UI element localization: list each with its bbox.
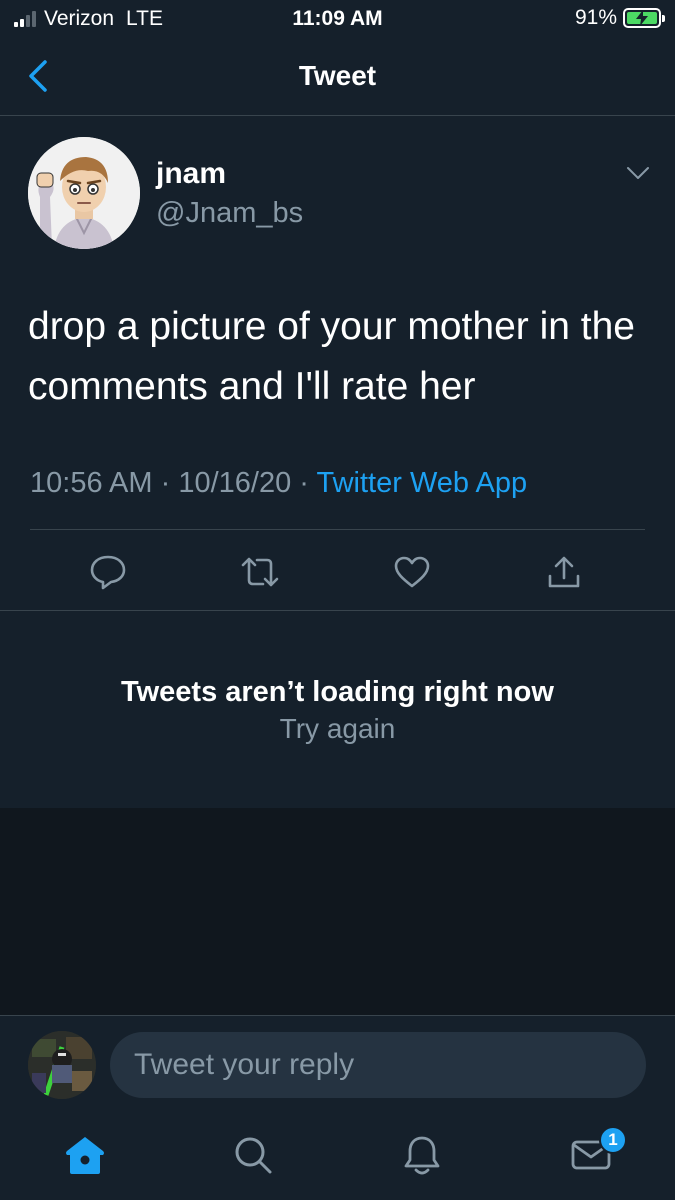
tweet-text: drop a picture of your mother in the com… bbox=[28, 305, 635, 408]
tab-home[interactable] bbox=[60, 1130, 110, 1180]
battery-info: 91% bbox=[574, 6, 665, 30]
notifications-icon bbox=[404, 1136, 440, 1175]
chevron-down-icon bbox=[627, 167, 649, 179]
reply-icon bbox=[90, 555, 126, 590]
empty-area bbox=[0, 808, 675, 1016]
tab-search[interactable] bbox=[228, 1130, 278, 1180]
tweet-options-button[interactable] bbox=[618, 157, 658, 189]
try-again-link[interactable]: Try again bbox=[0, 713, 675, 745]
status-time: 11:09 AM bbox=[292, 7, 383, 30]
search-icon bbox=[235, 1137, 272, 1174]
messages-badge: 1 bbox=[599, 1126, 627, 1154]
like-button[interactable] bbox=[390, 552, 434, 592]
tweet-metadata: 10:56 AM · 10/16/20 · Twitter Web App bbox=[30, 467, 527, 500]
author-name[interactable]: jnam bbox=[156, 157, 226, 191]
tab-notifications[interactable] bbox=[397, 1130, 447, 1180]
tweet-header: Tweet bbox=[0, 38, 675, 116]
share-button[interactable] bbox=[542, 552, 586, 592]
author-avatar[interactable] bbox=[28, 137, 140, 249]
replies-error-panel: Tweets aren’t loading right now Try agai… bbox=[0, 612, 675, 808]
share-icon bbox=[548, 556, 580, 588]
reply-input[interactable] bbox=[110, 1032, 646, 1098]
battery-icon bbox=[623, 8, 665, 28]
retweet-icon bbox=[241, 557, 279, 587]
home-icon bbox=[66, 1137, 104, 1174]
tweet-actions bbox=[0, 530, 675, 610]
meta-separator: · bbox=[299, 467, 309, 499]
tab-bar: 1 bbox=[0, 1110, 675, 1200]
status-bar: Verizon LTE 11:09 AM 91% bbox=[0, 0, 675, 38]
error-message: Tweets aren’t loading right now bbox=[121, 676, 554, 708]
retweet-button[interactable] bbox=[238, 552, 282, 592]
user-avatar[interactable] bbox=[28, 1031, 96, 1099]
tweet-date: 10/16/20 bbox=[178, 467, 292, 499]
author-handle[interactable]: @Jnam_bs bbox=[156, 197, 303, 230]
tweet-time: 10:56 AM bbox=[30, 467, 153, 499]
divider bbox=[0, 610, 675, 611]
tweet-source-link[interactable]: Twitter Web App bbox=[317, 467, 528, 499]
battery-percent: 91% bbox=[574, 6, 617, 29]
reply-composer bbox=[0, 1015, 675, 1110]
page-title: Tweet bbox=[298, 60, 377, 91]
like-icon bbox=[394, 556, 430, 588]
meta-separator: · bbox=[160, 467, 171, 499]
reply-button[interactable] bbox=[86, 552, 130, 592]
